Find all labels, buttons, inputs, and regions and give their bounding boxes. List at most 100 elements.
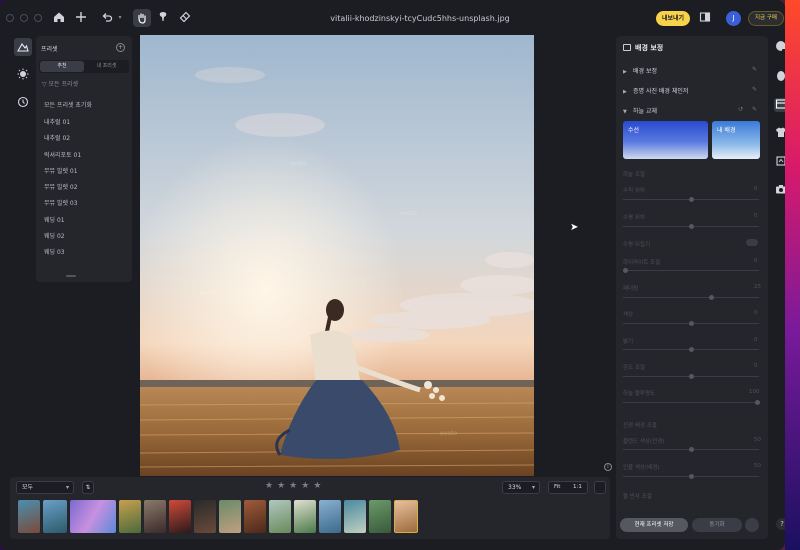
feather-slider[interactable]	[623, 295, 759, 300]
star-icon[interactable]: ★	[277, 481, 289, 491]
slider-knob[interactable]	[689, 374, 694, 379]
preset-item[interactable]: 웨딩 01	[44, 215, 65, 224]
thumbnail[interactable]	[43, 500, 67, 533]
one-to-one-button[interactable]: 1:1	[573, 482, 582, 493]
sync-button[interactable]: 동기화	[692, 518, 742, 532]
vertical-position-slider[interactable]	[623, 197, 759, 202]
crop-icon[interactable]	[774, 155, 785, 169]
slider-knob[interactable]	[709, 295, 714, 300]
buy-now-button[interactable]: 지금 구매	[748, 11, 784, 26]
brush-icon[interactable]	[156, 11, 170, 25]
hand-tool-icon[interactable]	[133, 9, 151, 27]
palette-icon[interactable]	[774, 40, 785, 54]
preset-item[interactable]: 웨딩 02	[44, 231, 65, 240]
info-icon[interactable]: i	[604, 463, 612, 471]
section-bg-adjust[interactable]: ▶ 배경 보정	[623, 66, 657, 75]
panel-resize-handle[interactable]	[66, 275, 76, 277]
photo-filter-select[interactable]: 모두 ▾	[16, 481, 74, 494]
horizontal-position-slider[interactable]	[623, 224, 759, 229]
slider-knob[interactable]	[689, 224, 694, 229]
preset-filter[interactable]: ▽ 모든 프리셋	[42, 79, 78, 88]
background-tool-icon[interactable]	[774, 98, 785, 112]
maximize-window-button[interactable]	[34, 14, 42, 22]
tab-my-presets[interactable]: 내 프리셋	[85, 61, 128, 72]
slider-knob[interactable]	[623, 268, 628, 273]
sort-icon[interactable]: ⇅	[82, 481, 94, 494]
clothing-icon[interactable]	[774, 126, 785, 140]
slider-knob[interactable]	[689, 197, 694, 202]
preset-item[interactable]: 무뮤 빌렛 03	[44, 198, 78, 207]
rating-stars[interactable]: ★★★★★	[265, 481, 325, 491]
slider-knob[interactable]	[689, 321, 694, 326]
preset-item-reset[interactable]: 모든 프리셋 초기화	[44, 100, 92, 109]
thumbnail[interactable]	[319, 500, 341, 533]
close-window-button[interactable]	[6, 14, 14, 22]
slider-knob[interactable]	[689, 474, 694, 479]
section-id-bg-changer[interactable]: ▶ 증명 사진 배경 체인저	[623, 86, 688, 95]
reset-icon[interactable]: ↺	[738, 106, 743, 113]
slider-knob[interactable]	[689, 447, 694, 452]
preset-item[interactable]: 내추럴 02	[44, 133, 70, 142]
zoom-select[interactable]: 33% ▾	[502, 481, 540, 494]
thumbnail[interactable]	[294, 500, 316, 533]
add-preset-icon[interactable]: +	[116, 43, 125, 52]
minimize-window-button[interactable]	[20, 14, 28, 22]
avatar[interactable]: J	[726, 11, 741, 26]
history-icon[interactable]	[14, 93, 32, 111]
preset-item[interactable]: 무뮤 빌렛 01	[44, 166, 78, 175]
camera-icon[interactable]	[774, 183, 785, 197]
thumbnail[interactable]	[169, 500, 191, 533]
star-icon[interactable]: ★	[301, 481, 313, 491]
thumbnail[interactable]	[269, 500, 291, 533]
sky-opacity-slider[interactable]	[623, 400, 760, 405]
thumbnail-selected[interactable]	[394, 500, 418, 533]
sky-card-selected[interactable]: 수선	[623, 121, 708, 159]
fit-button[interactable]: Fit	[554, 482, 560, 493]
thumbnail[interactable]	[144, 500, 166, 533]
export-button[interactable]: 내보내기	[656, 11, 690, 26]
thumbnail[interactable]	[119, 500, 141, 533]
person-color-slider[interactable]	[623, 474, 759, 479]
edit-icon[interactable]: ✎	[752, 66, 757, 73]
star-icon[interactable]: ★	[265, 481, 277, 491]
sky-card[interactable]: 내 배경	[712, 121, 760, 159]
brightness-slider[interactable]	[623, 347, 759, 352]
preset-item[interactable]: 웨딩 03	[44, 247, 65, 256]
color-slider[interactable]	[623, 321, 759, 326]
edit-icon[interactable]: ✎	[752, 106, 757, 113]
photo-canvas[interactable]: evoto evoto evoto evoto	[140, 35, 534, 476]
help-icon[interactable]: ?	[776, 518, 785, 530]
thumbnail[interactable]	[344, 500, 366, 533]
preset-item[interactable]: 내추럴 01	[44, 117, 70, 126]
highlight-slider[interactable]	[623, 268, 759, 273]
compare-icon[interactable]	[698, 11, 712, 25]
temperature-slider[interactable]	[623, 374, 759, 379]
preset-item[interactable]: 무뮤 빌렛 02	[44, 182, 78, 191]
presets-icon[interactable]	[14, 38, 32, 56]
star-icon[interactable]: ★	[313, 481, 325, 491]
tab-recommended[interactable]: 추천	[40, 61, 84, 72]
thumbnail[interactable]	[219, 500, 241, 533]
edit-icon[interactable]: ✎	[752, 86, 757, 93]
adjust-icon[interactable]	[14, 65, 32, 83]
thumbnail[interactable]	[369, 500, 391, 533]
add-icon[interactable]	[74, 11, 88, 25]
undo-icon[interactable]	[100, 11, 114, 25]
save-preset-button[interactable]: 현재 프리셋 저장	[620, 518, 688, 532]
slider-knob[interactable]	[755, 400, 760, 405]
thumbnail[interactable]	[244, 500, 266, 533]
preset-item[interactable]: 럭셔리포토 01	[44, 150, 81, 159]
slider-knob[interactable]	[689, 347, 694, 352]
star-icon[interactable]: ★	[289, 481, 301, 491]
flip-toggle[interactable]	[746, 239, 758, 246]
sync-options-icon[interactable]	[745, 518, 759, 532]
blend-slider[interactable]	[623, 447, 759, 452]
home-icon[interactable]	[52, 11, 66, 25]
face-retouch-icon[interactable]	[774, 70, 785, 84]
thumbnail[interactable]	[70, 500, 116, 533]
thumbnail[interactable]	[18, 500, 40, 533]
panel-toggle-icon[interactable]	[594, 481, 606, 494]
section-sky-replace[interactable]: ▼ 하늘 교체	[623, 106, 657, 115]
thumbnail[interactable]	[194, 500, 216, 533]
eraser-icon[interactable]	[178, 11, 192, 25]
